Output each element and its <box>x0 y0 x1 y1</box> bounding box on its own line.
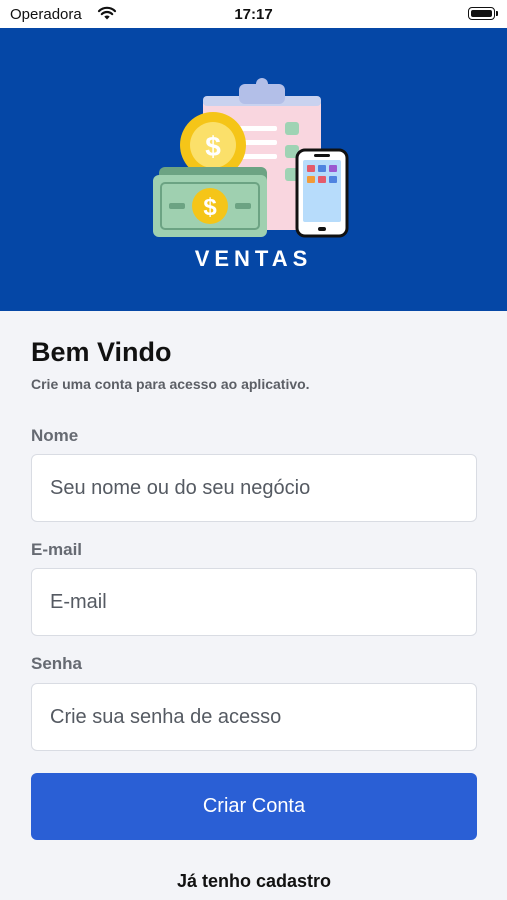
hero-banner: $ $ VENTAS <box>0 28 507 311</box>
clock: 17:17 <box>234 6 273 23</box>
sales-logo: $ $ <box>153 78 349 238</box>
svg-text:$: $ <box>205 131 221 162</box>
password-field[interactable] <box>31 683 477 751</box>
page-subtitle: Crie uma conta para acesso ao aplicativo… <box>31 376 310 392</box>
name-field[interactable] <box>31 454 477 522</box>
battery-icon <box>468 7 498 20</box>
brand-name: VENTAS <box>194 246 313 271</box>
page-title: Bem Vindo <box>31 337 172 367</box>
email-input[interactable] <box>32 569 476 635</box>
email-field[interactable] <box>31 568 477 636</box>
create-account-button[interactable]: Criar Conta <box>31 773 477 840</box>
email-label: E-mail <box>31 540 83 559</box>
already-registered-link[interactable]: Já tenho cadastro <box>31 871 477 892</box>
password-label: Senha <box>31 654 83 673</box>
name-label: Nome <box>31 426 79 445</box>
svg-text:$: $ <box>203 194 217 221</box>
password-input[interactable] <box>32 684 476 750</box>
name-input[interactable] <box>32 455 476 521</box>
status-bar: Operadora 17:17 <box>0 0 507 28</box>
